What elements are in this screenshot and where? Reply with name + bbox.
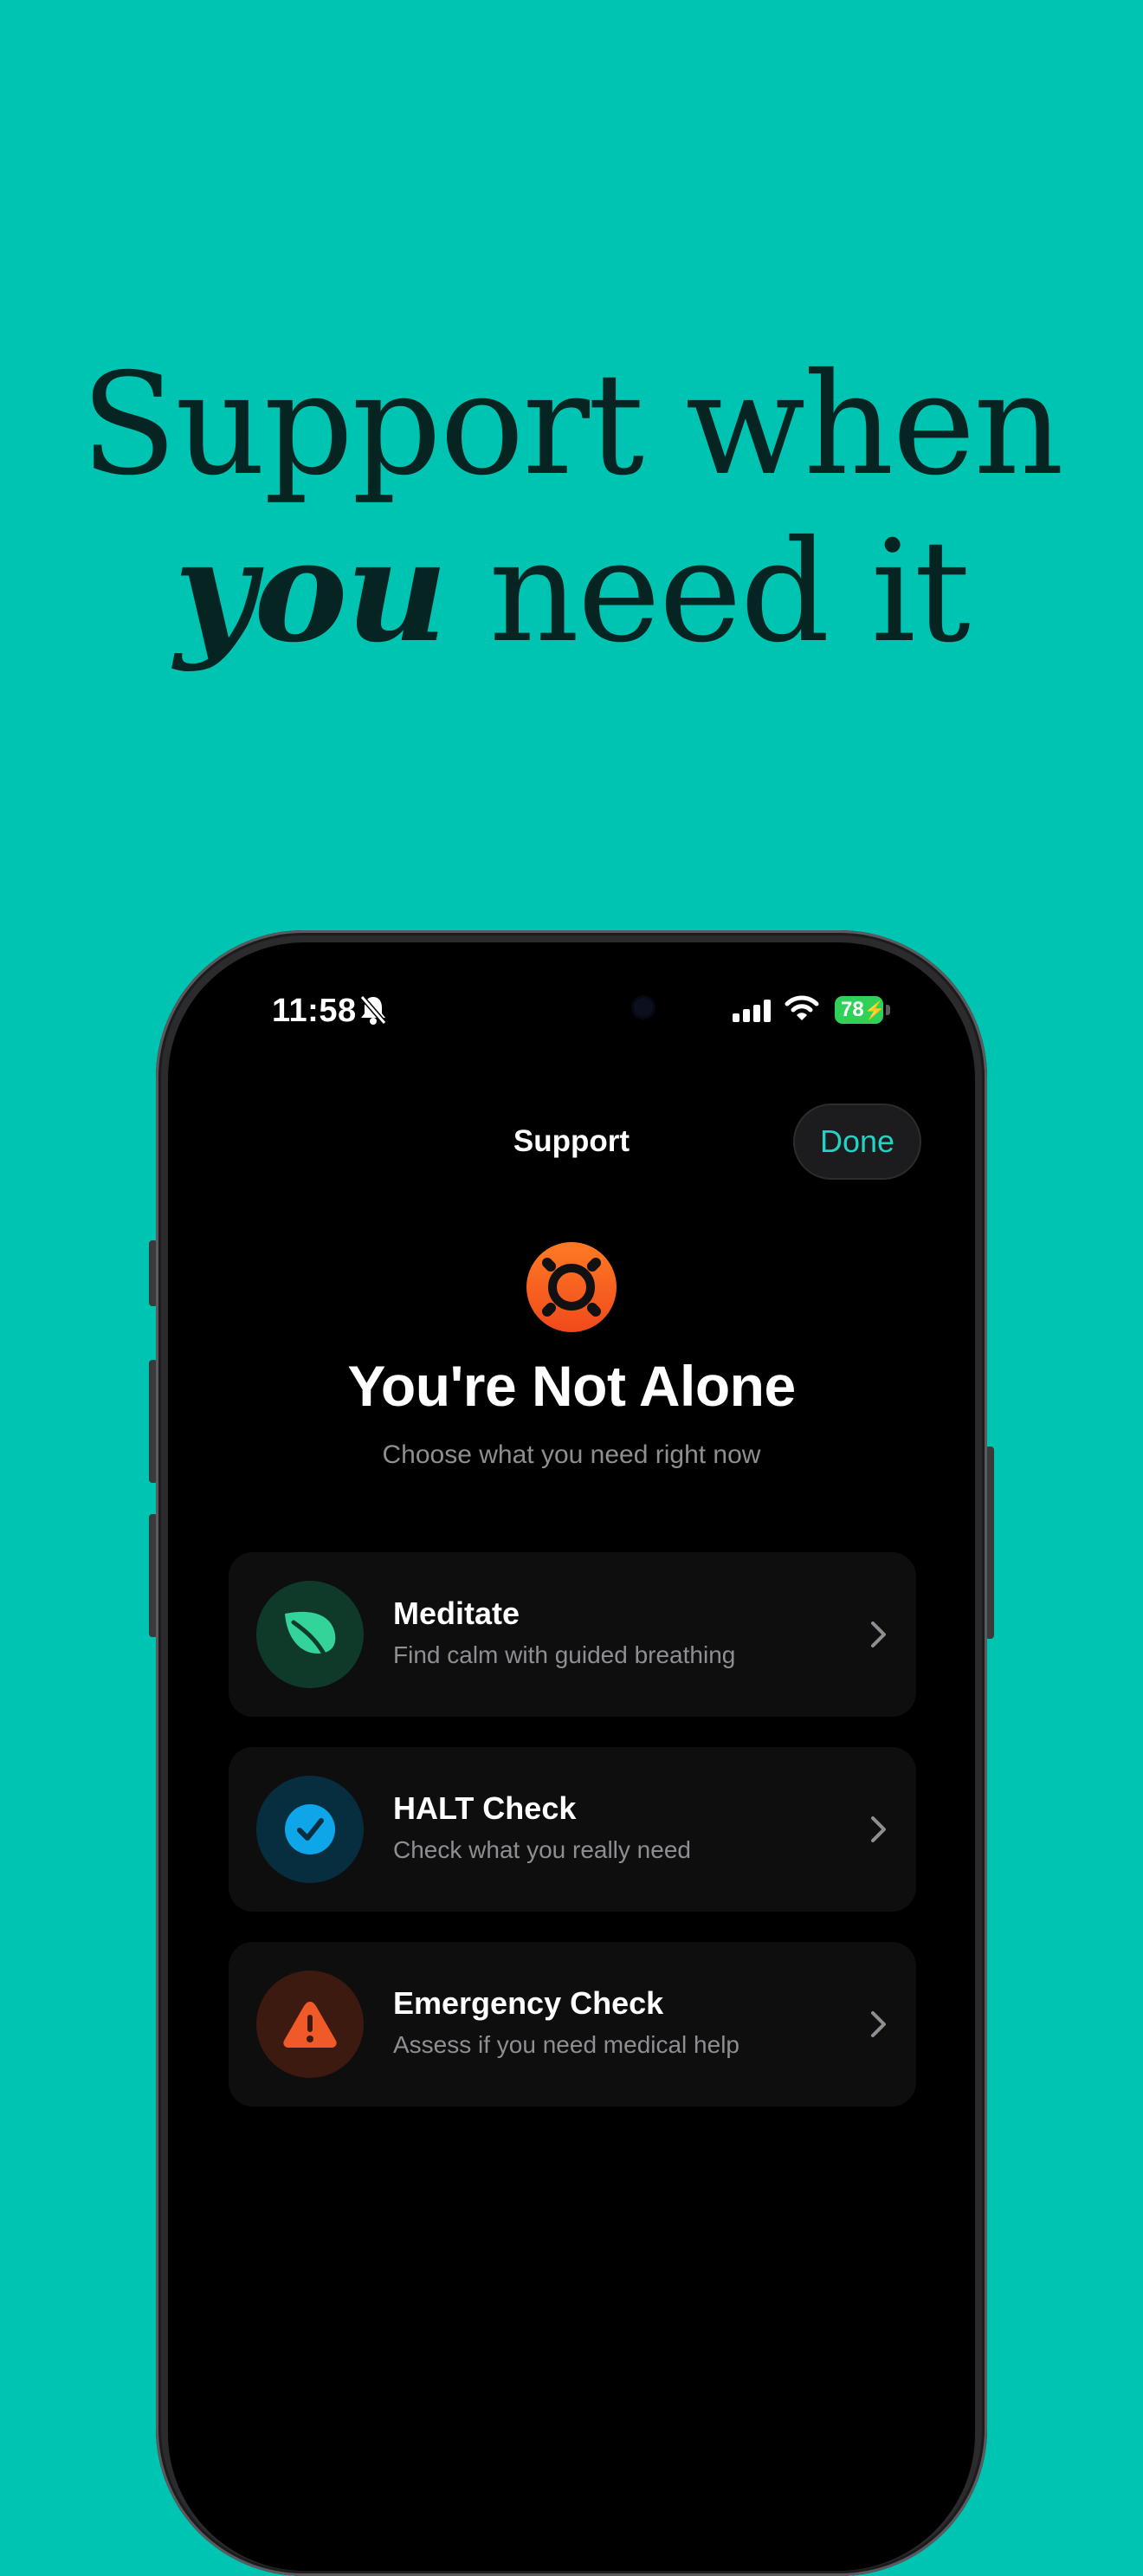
option-card-meditate[interactable]: Meditate Find calm with guided breathing <box>229 1552 916 1717</box>
battery-level: 78 <box>841 998 864 1021</box>
done-button[interactable]: Done <box>793 1104 921 1180</box>
bell-slash-icon <box>358 994 388 1030</box>
option-title: Emergency Check <box>393 1985 664 2021</box>
chevron-right-icon <box>869 1815 888 1848</box>
lifebuoy-icon <box>526 1242 617 1337</box>
headline-line-2-rest: need it <box>446 511 971 674</box>
option-description: Find calm with guided breathing <box>393 1641 736 1668</box>
chevron-right-icon <box>869 2010 888 2043</box>
option-title: HALT Check <box>393 1790 577 1826</box>
battery-charging-icon: 78⚡ <box>835 996 886 1024</box>
option-description: Check what you really need <box>393 1836 691 1863</box>
option-title: Meditate <box>393 1595 520 1631</box>
option-card-halt-check[interactable]: HALT Check Check what you really need <box>229 1747 916 1912</box>
hero-title: You're Not Alone <box>347 1354 796 1418</box>
signal-icon <box>733 1000 771 1022</box>
hero-subtitle: Choose what you need right now <box>382 1440 761 1469</box>
checkmark-circle-icon <box>256 1776 364 1883</box>
headline-line-2: you need it <box>0 508 1143 676</box>
leaf-icon <box>256 1581 364 1688</box>
front-camera <box>634 998 653 1017</box>
marketing-headline: Support when you need it <box>0 342 1143 676</box>
phone-screen: 11:58 78⚡ Support Done You're Not Alone … <box>168 942 975 2571</box>
status-time: 11:58 <box>272 993 357 1029</box>
battery-cap <box>886 1005 890 1015</box>
chevron-right-icon <box>869 1620 888 1654</box>
headline-line-1: Support when <box>81 344 1064 507</box>
warning-triangle-icon <box>256 1971 364 2078</box>
headline-emphasis: you <box>174 509 448 674</box>
wifi-icon <box>785 994 819 1026</box>
option-description: Assess if you need medical help <box>393 2031 739 2058</box>
option-card-emergency-check[interactable]: Emergency Check Assess if you need medic… <box>229 1942 916 2107</box>
